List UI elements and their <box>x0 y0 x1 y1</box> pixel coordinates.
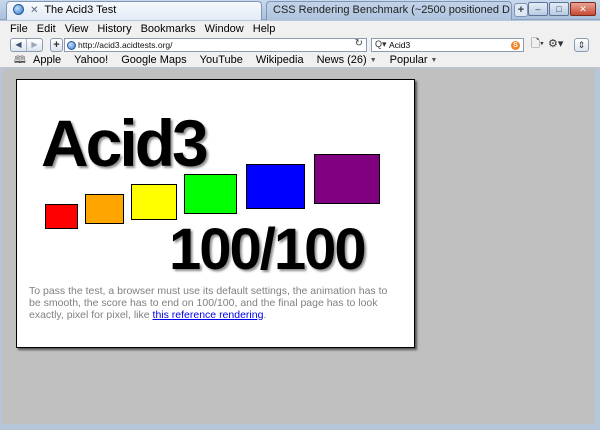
menu-edit[interactable]: Edit <box>37 21 61 37</box>
tab-acid3[interactable]: ✕ The Acid3 Test <box>6 1 262 20</box>
settings-gear-button[interactable]: ⚙▾ <box>548 38 563 52</box>
tab-title: CSS Rendering Benchmark (~2500 positione… <box>273 4 512 16</box>
test-box-3 <box>131 184 177 220</box>
back-button[interactable]: ◀ <box>11 39 26 51</box>
bookmark-popular[interactable]: Popular ▼ <box>390 54 438 67</box>
search-box[interactable]: Q▾ S <box>371 38 524 52</box>
bookmark-label: News (26) <box>316 54 367 66</box>
maximize-button[interactable]: □ <box>549 2 569 16</box>
bookmark-google-maps[interactable]: Google Maps <box>121 54 186 67</box>
new-tab-button[interactable]: + <box>514 3 528 17</box>
bookmark-apple[interactable]: Apple <box>33 54 61 67</box>
tab-css-benchmark[interactable]: CSS Rendering Benchmark (~2500 positione… <box>266 1 512 20</box>
menu-window[interactable]: Window <box>205 21 249 37</box>
url-input[interactable] <box>78 39 348 51</box>
window-frame-right <box>595 69 600 430</box>
add-bookmark-button[interactable]: + <box>50 38 63 52</box>
reload-icon[interactable]: ↻ <box>355 38 363 49</box>
globe-icon <box>13 4 24 15</box>
test-box-6 <box>314 154 380 204</box>
score: 100/100 <box>169 217 367 282</box>
description: To pass the test, a browser must use its… <box>29 285 401 321</box>
menu-file[interactable]: File <box>10 21 33 37</box>
test-box-2 <box>85 194 124 224</box>
bookmarks-bar: 🕮 Apple Yahoo! Google Maps YouTube Wikip… <box>0 54 600 68</box>
window-frame-bottom <box>0 424 600 430</box>
book-icon[interactable]: 🕮 <box>14 54 30 67</box>
address-bar[interactable]: ↻ <box>64 38 367 52</box>
dropdown-arrow-icon: ▼ <box>369 57 377 64</box>
search-engine-icon[interactable]: S <box>511 41 520 50</box>
menu-bar: File Edit View History Bookmarks Window … <box>0 21 600 37</box>
back-forward-group: ◀ ▶ <box>10 38 43 52</box>
test-box-5 <box>246 164 305 209</box>
search-icon[interactable]: Q▾ <box>375 39 387 50</box>
close-window-button[interactable]: ✕ <box>570 2 596 16</box>
menu-help[interactable]: Help <box>253 21 281 37</box>
tab-title: The Acid3 Test <box>44 4 117 16</box>
tab-close-icon[interactable]: ✕ <box>30 5 38 16</box>
search-input[interactable] <box>389 39 499 51</box>
bookmark-wikipedia[interactable]: Wikipedia <box>256 54 304 67</box>
page-menu-button[interactable]: 🗋▾ <box>531 38 544 52</box>
bookmark-news[interactable]: News (26) ▼ <box>317 54 377 67</box>
page-title: Acid3 <box>41 106 209 180</box>
window-controls: ‒ □ ✕ <box>528 2 596 16</box>
dropdown-arrow-icon: ▼ <box>430 57 438 64</box>
bookmark-yahoo[interactable]: Yahoo! <box>74 54 108 67</box>
menu-bookmarks[interactable]: Bookmarks <box>141 21 201 37</box>
minimize-button[interactable]: ‒ <box>528 2 548 16</box>
acid3-card: Acid3 100/100 To pass the test, a browse… <box>16 79 415 348</box>
bookmark-label: Popular <box>389 54 428 66</box>
test-box-4 <box>184 174 237 214</box>
show-bookmarks-button[interactable]: ⇕ <box>574 38 589 52</box>
menu-view[interactable]: View <box>65 21 94 37</box>
page-viewport[interactable]: Acid3 100/100 To pass the test, a browse… <box>2 69 595 424</box>
menu-history[interactable]: History <box>97 21 136 37</box>
description-end: . <box>263 309 267 321</box>
navigation-toolbar: ◀ ▶ + ↻ Q▾ S 🗋▾ ⚙▾ ⇕ <box>0 37 600 54</box>
forward-button[interactable]: ▶ <box>26 39 42 51</box>
tab-bar: ✕ The Acid3 Test CSS Rendering Benchmark… <box>0 0 600 20</box>
bookmark-youtube[interactable]: YouTube <box>200 54 243 67</box>
test-box-1 <box>45 204 78 229</box>
site-globe-icon <box>67 41 76 50</box>
reference-rendering-link[interactable]: this reference rendering <box>153 309 264 321</box>
